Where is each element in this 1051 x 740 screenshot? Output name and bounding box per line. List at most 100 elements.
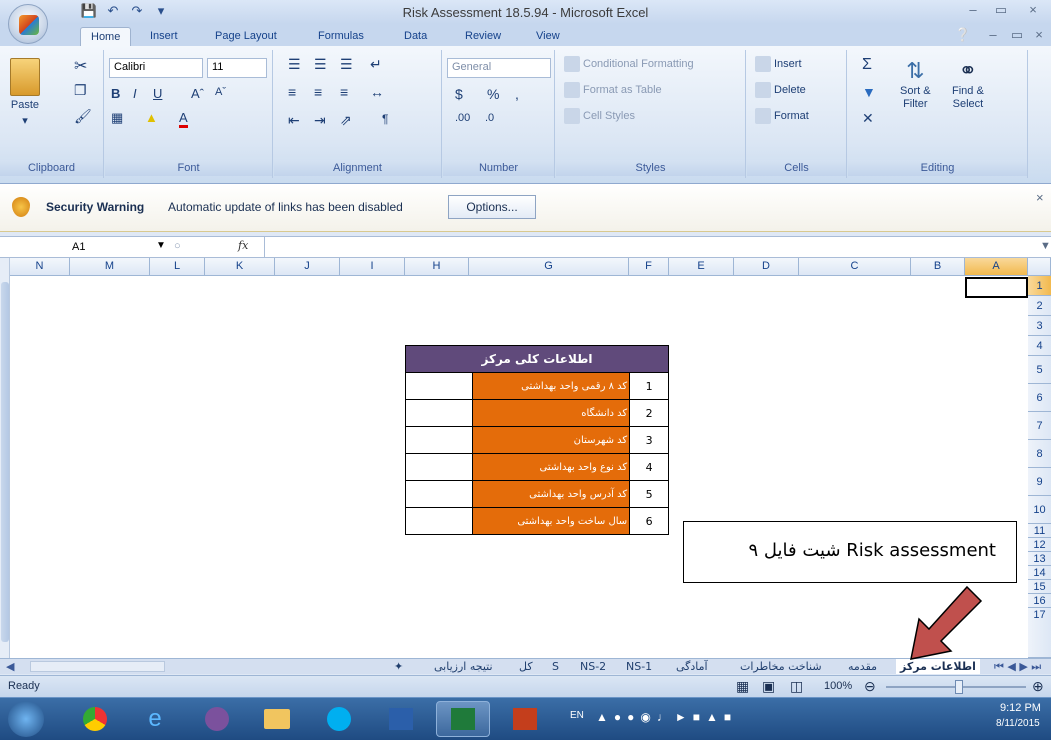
increase-decimal-icon[interactable]: .00: [455, 112, 470, 124]
row-label[interactable]: کد ۸ رقمی واحد بهداشتی: [471, 372, 631, 400]
ribbon-close-button[interactable]: ×: [1026, 27, 1051, 45]
sheet-tab[interactable]: شناخت مخاطرات: [736, 659, 826, 674]
column-header[interactable]: M: [70, 258, 150, 276]
row-value-cell[interactable]: [405, 372, 473, 400]
formula-input[interactable]: [264, 237, 1044, 257]
row-header[interactable]: 16: [1028, 594, 1051, 608]
options-button[interactable]: Options...: [448, 195, 536, 219]
row-number[interactable]: 6: [629, 507, 669, 535]
format-cells-button[interactable]: Format: [755, 108, 809, 124]
tab-formulas[interactable]: Formulas: [308, 27, 374, 46]
row-value-cell[interactable]: [405, 507, 473, 535]
row-header[interactable]: 5: [1028, 356, 1051, 384]
vertical-scroll-thumb[interactable]: [1, 282, 9, 642]
align-middle-icon[interactable]: ☰: [314, 56, 327, 73]
ie-taskbar-icon[interactable]: e: [128, 701, 182, 737]
sort-filter-button[interactable]: ⇅ Sort & Filter: [900, 58, 931, 110]
active-cell-a1[interactable]: [965, 277, 1028, 298]
copy-icon[interactable]: ❐: [74, 82, 87, 99]
insert-cells-button[interactable]: Insert: [755, 56, 802, 72]
chrome-taskbar-icon[interactable]: [68, 701, 122, 737]
sheet-tab[interactable]: کل: [515, 659, 537, 674]
decrease-indent-icon[interactable]: ⇤: [288, 112, 300, 129]
format-painter-icon[interactable]: 🖌: [74, 108, 92, 125]
tab-data[interactable]: Data: [394, 27, 437, 46]
row-header[interactable]: 12: [1028, 538, 1051, 552]
row-number[interactable]: 3: [629, 426, 669, 454]
row-header[interactable]: 8: [1028, 440, 1051, 468]
column-header[interactable]: H: [405, 258, 469, 276]
powerpoint-taskbar-icon[interactable]: [498, 701, 552, 737]
language-indicator[interactable]: EN: [570, 710, 584, 721]
sheet-tab[interactable]: مقدمه: [844, 659, 881, 674]
orientation-icon[interactable]: ⇗: [340, 112, 352, 129]
percent-icon[interactable]: %: [487, 86, 499, 102]
merge-center-icon[interactable]: ↔: [370, 84, 384, 100]
align-bottom-icon[interactable]: ☰: [340, 56, 353, 73]
minimize-button[interactable]: –: [960, 2, 986, 20]
sheet-tab[interactable]: NS-1: [622, 659, 656, 674]
grow-font-icon[interactable]: Aˆ: [191, 86, 204, 101]
shrink-font-icon[interactable]: Aˇ: [215, 86, 226, 98]
row-number[interactable]: 2: [629, 399, 669, 427]
tab-view[interactable]: View: [526, 27, 570, 46]
borders-icon[interactable]: ▦: [111, 110, 123, 126]
clear-icon[interactable]: ✕: [862, 110, 874, 127]
tab-page-layout[interactable]: Page Layout: [205, 27, 287, 46]
cut-icon[interactable]: ✂: [74, 56, 87, 76]
row-header[interactable]: 11: [1028, 524, 1051, 538]
number-format-dropdown[interactable]: General: [447, 58, 551, 78]
row-header[interactable]: 9: [1028, 468, 1051, 496]
normal-view-icon[interactable]: ▦: [736, 678, 749, 695]
office-button[interactable]: [8, 4, 48, 44]
sheet-tab[interactable]: NS-2: [576, 659, 610, 674]
scroll-left-icon[interactable]: ◀: [6, 660, 14, 673]
increase-indent-icon[interactable]: ⇥: [314, 112, 326, 129]
system-tray-icons[interactable]: ▲●●◉♩►■▲■: [596, 710, 737, 724]
zoom-out-icon[interactable]: ⊖: [864, 678, 876, 695]
row-value-cell[interactable]: [405, 399, 473, 427]
column-header[interactable]: C: [799, 258, 911, 276]
row-header[interactable]: 13: [1028, 552, 1051, 566]
row-number[interactable]: 5: [629, 480, 669, 508]
italic-icon[interactable]: I: [133, 86, 137, 101]
word-taskbar-icon[interactable]: [374, 701, 428, 737]
insert-sheet-icon[interactable]: ✦: [390, 659, 407, 674]
align-center-icon[interactable]: ≡: [314, 84, 322, 100]
currency-icon[interactable]: $: [455, 86, 463, 102]
expand-formula-bar-icon[interactable]: ▼: [1040, 240, 1051, 252]
fill-color-icon[interactable]: ▲: [145, 110, 158, 125]
name-box[interactable]: A1: [2, 238, 152, 256]
skype-taskbar-icon[interactable]: [312, 701, 366, 737]
column-header[interactable]: D: [734, 258, 799, 276]
column-header[interactable]: K: [205, 258, 275, 276]
row-label[interactable]: کد شهرستان: [471, 426, 631, 454]
bold-icon[interactable]: B: [111, 86, 120, 101]
row-label[interactable]: کد دانشگاه: [471, 399, 631, 427]
font-color-icon[interactable]: A: [179, 110, 188, 128]
row-value-cell[interactable]: [405, 480, 473, 508]
sheet-tab[interactable]: S: [548, 659, 563, 674]
row-header[interactable]: 15: [1028, 580, 1051, 594]
delete-cells-button[interactable]: Delete: [755, 82, 806, 98]
excel-taskbar-icon[interactable]: [436, 701, 490, 737]
row-header[interactable]: 2: [1028, 296, 1051, 316]
find-select-button[interactable]: ⚭ Find & Select: [952, 58, 984, 110]
align-top-icon[interactable]: ☰: [288, 56, 301, 73]
sheet-tab[interactable]: آمادگی: [672, 659, 712, 674]
page-layout-view-icon[interactable]: ▣: [762, 678, 775, 695]
insert-function-icon[interactable]: fx: [238, 239, 248, 252]
row-header[interactable]: 6: [1028, 384, 1051, 412]
cell-styles-button[interactable]: Cell Styles: [564, 108, 635, 124]
row-number[interactable]: 4: [629, 453, 669, 481]
tab-home[interactable]: Home: [80, 27, 132, 46]
autosum-icon[interactable]: Σ: [862, 56, 872, 74]
clock-date[interactable]: 8/11/2015: [996, 718, 1040, 729]
close-warning-icon[interactable]: ×: [1036, 190, 1044, 205]
sheet-nav-icon[interactable]: ⏮ ◀ ▶ ⏭: [990, 659, 1045, 674]
column-header[interactable]: F: [629, 258, 669, 276]
column-header[interactable]: E: [669, 258, 734, 276]
comma-icon[interactable]: ,: [515, 86, 519, 102]
row-value-cell[interactable]: [405, 453, 473, 481]
column-header[interactable]: A: [965, 258, 1028, 276]
